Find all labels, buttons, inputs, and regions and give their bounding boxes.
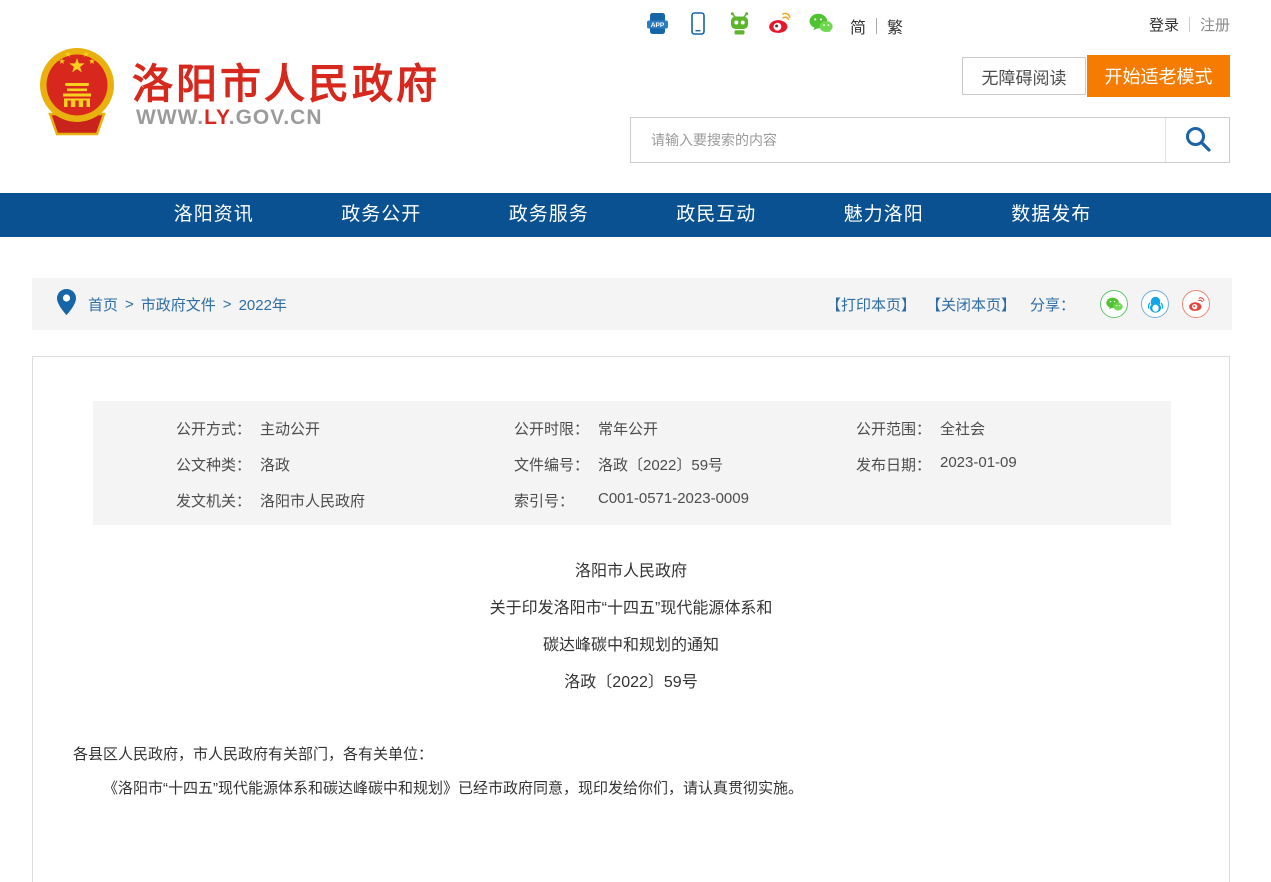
meta-field-publish-date: 发布日期： 2023-01-09 [856,454,1171,475]
main-navigation: 洛阳资讯 政务公开 政务服务 政民互动 魅力洛阳 数据发布 [0,193,1271,237]
close-page-button[interactable]: 【关闭本页】 [926,294,1016,315]
meta-value: 主动公开 [260,418,320,439]
meta-value: 洛政〔2022〕59号 [598,454,723,475]
site-url: WWW.LY.GOV.CN [136,106,322,130]
breadcrumb-separator: > [125,296,134,313]
lang-divider [876,18,877,34]
nav-item-gov-disclosure[interactable]: 政务公开 [298,193,466,237]
meta-field-disclosure-method: 公开方式： 主动公开 [176,418,514,439]
meta-field-document-type: 公文种类： 洛政 [176,454,514,475]
national-emblem-logo[interactable] [36,40,118,136]
document-title-line: 洛阳市人民政府 [33,553,1229,590]
meta-field-disclosure-scope: 公开范围： 全社会 [856,418,1171,439]
document-paragraph: 《洛阳市“十四五”现代能源体系和碳达峰碳中和规划》已经市政府同意，现印发给你们，… [73,772,1191,806]
meta-label: 公文种类： [176,454,260,475]
share-label: 分享： [1030,294,1075,315]
document-content-box: 公开方式： 主动公开 公开时限： 常年公开 公开范围： 全社会 公文种类： 洛政… [32,356,1230,882]
search-input[interactable] [631,118,1165,162]
account-links: 登录 注册 [1149,14,1230,35]
lang-traditional[interactable]: 繁 [887,14,903,38]
topbar-icon-row: APP [645,11,833,35]
breadcrumb-trail: 首页 > 市政府文件 > 2022年 [88,294,287,315]
meta-field-disclosure-period: 公开时限： 常年公开 [514,418,856,439]
app-icon[interactable]: APP [645,11,669,35]
meta-label: 公开方式： [176,418,260,439]
robot-icon[interactable] [727,11,751,35]
meta-label: 文件编号： [514,454,598,475]
nav-item-gov-services[interactable]: 政务服务 [465,193,633,237]
site-url-prefix: WWW. [136,106,204,129]
main-navigation-inner: 洛阳资讯 政务公开 政务服务 政民互动 魅力洛阳 数据发布 [130,193,1135,237]
document-title: 洛阳市人民政府 关于印发洛阳市“十四五”现代能源体系和 碳达峰碳中和规划的通知 … [33,553,1229,701]
search-icon [1184,125,1212,156]
weibo-share-icon[interactable] [1182,290,1210,318]
meta-label: 索引号： [514,490,598,511]
meta-field-issuing-agency: 发文机关： 洛阳市人民政府 [176,490,514,511]
nav-item-news[interactable]: 洛阳资讯 [130,193,298,237]
nav-item-charm-luoyang[interactable]: 魅力洛阳 [800,193,968,237]
wechat-icon[interactable] [809,11,833,35]
search-button[interactable] [1165,118,1229,162]
register-link[interactable]: 注册 [1200,14,1230,35]
meta-value: 常年公开 [598,418,658,439]
meta-value: 洛阳市人民政府 [260,490,365,511]
meta-value: C001-0571-2023-0009 [598,490,749,511]
language-toggle: 简 繁 [850,14,903,38]
document-title-line: 关于印发洛阳市“十四五”现代能源体系和 [33,590,1229,627]
breadcrumb-year-2022[interactable]: 2022年 [239,294,287,315]
document-meta-panel: 公开方式： 主动公开 公开时限： 常年公开 公开范围： 全社会 公文种类： 洛政… [93,401,1171,525]
nav-item-interaction[interactable]: 政民互动 [633,193,801,237]
site-title: 洛阳市人民政府 [132,50,440,110]
meta-value: 洛政 [260,454,290,475]
account-divider [1189,17,1190,32]
document-title-line: 洛政〔2022〕59号 [33,664,1229,701]
accessibility-reading-button[interactable]: 无障碍阅读 [962,57,1086,95]
document-body: 各县区人民政府，市人民政府有关部门，各有关单位： 《洛阳市“十四五”现代能源体系… [73,738,1191,806]
qq-share-icon[interactable] [1141,290,1169,318]
site-url-suffix: .GOV.CN [229,106,323,129]
page: APP 简 繁 登录 注册 [0,0,1271,882]
elder-mode-button[interactable]: 开始适老模式 [1087,55,1230,97]
wechat-share-icon[interactable] [1100,290,1128,318]
breadcrumb-separator: > [223,296,232,313]
location-pin-icon [57,289,76,320]
breadcrumb-bar: 首页 > 市政府文件 > 2022年 【打印本页】 【关闭本页】 分享： [32,278,1232,330]
mobile-icon[interactable] [686,11,710,35]
meta-label: 发布日期： [856,454,940,475]
svg-text:APP: APP [650,21,664,28]
meta-value: 全社会 [940,418,985,439]
document-title-line: 碳达峰碳中和规划的通知 [33,627,1229,664]
print-page-button[interactable]: 【打印本页】 [826,294,916,315]
site-url-ly: LY [204,106,229,129]
login-link[interactable]: 登录 [1149,14,1179,35]
breadcrumb-home[interactable]: 首页 [88,294,118,315]
breadcrumb-city-docs[interactable]: 市政府文件 [141,294,216,315]
meta-value: 2023-01-09 [940,454,1017,475]
meta-label: 公开时限： [514,418,598,439]
page-tools: 【打印本页】 【关闭本页】 分享： [816,278,1210,330]
meta-field-index-number: 索引号： C001-0571-2023-0009 [514,490,856,511]
meta-label: 公开范围： [856,418,940,439]
meta-label: 发文机关： [176,490,260,511]
meta-field-document-number: 文件编号： 洛政〔2022〕59号 [514,454,856,475]
search-bar [630,117,1230,163]
document-paragraph: 各县区人民政府，市人民政府有关部门，各有关单位： [73,738,1191,772]
nav-item-data-release[interactable]: 数据发布 [968,193,1136,237]
weibo-icon[interactable] [768,11,792,35]
lang-simplified[interactable]: 简 [850,14,866,38]
breadcrumb: 首页 > 市政府文件 > 2022年 [57,278,287,330]
